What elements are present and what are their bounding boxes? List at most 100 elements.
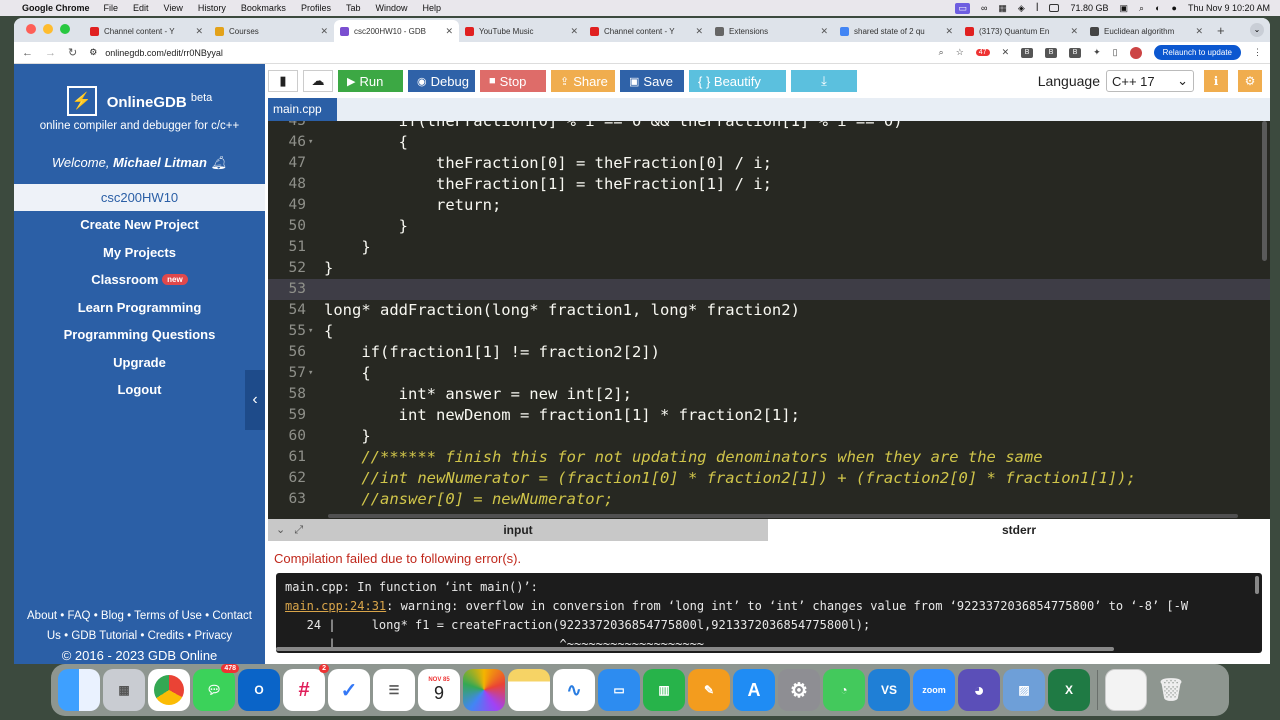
code-line[interactable]: 50 }	[268, 216, 1270, 237]
code-line[interactable]: 49 return;	[268, 195, 1270, 216]
app-store-icon[interactable]: A	[733, 669, 775, 711]
sidebar-item-logout[interactable]: Logout	[14, 376, 265, 404]
footer-link-privacy[interactable]: Privacy	[194, 630, 232, 642]
fold-arrow-icon[interactable]: ▾	[308, 132, 313, 153]
code-text[interactable]: //****** finish this for not updating de…	[324, 447, 1042, 468]
code-text[interactable]: {	[324, 132, 408, 153]
editor-horizontal-scrollbar[interactable]	[328, 514, 1238, 518]
relaunch-button[interactable]: Relaunch to update	[1153, 45, 1241, 60]
line-number[interactable]: 47	[268, 153, 306, 174]
menu-tab[interactable]: Tab	[346, 3, 361, 13]
line-number[interactable]: 61	[268, 447, 306, 468]
sidebar-item-my-projects[interactable]: My Projects	[14, 239, 265, 267]
code-line[interactable]: 48 theFraction[1] = theFraction[1] / i;	[268, 174, 1270, 195]
dropbox-icon[interactable]: ◈	[1018, 3, 1025, 14]
code-text[interactable]: {	[324, 363, 370, 384]
code-line[interactable]: 52}	[268, 258, 1270, 279]
code-line[interactable]: 56 if(fraction1[1] != fraction2[2])	[268, 342, 1270, 363]
line-number[interactable]: 54	[268, 300, 306, 321]
screen-share-icon[interactable]: ▭	[955, 2, 970, 14]
code-text[interactable]: theFraction[1] = theFraction[1] / i;	[324, 174, 772, 195]
control-center-icon[interactable]: ◐	[1155, 3, 1160, 13]
close-tab-icon[interactable]: ✕	[195, 26, 203, 37]
slack-icon[interactable]: #2	[283, 664, 329, 711]
keynote-icon[interactable]: ▭	[598, 669, 640, 711]
sidebar-item-programming-questions[interactable]: Programming Questions	[14, 321, 265, 349]
finder-icon[interactable]	[58, 669, 100, 711]
line-number[interactable]: 51	[268, 237, 306, 258]
preview-icon[interactable]: ▨	[1003, 669, 1045, 711]
forward-arrow-icon[interactable]: →	[45, 47, 56, 59]
sidebar-item-learn-programming[interactable]: Learn Programming	[14, 294, 265, 322]
messenger-icon[interactable]: ◔	[823, 669, 865, 711]
browser-tab[interactable]: (3173) Quantum En ✕	[959, 20, 1084, 42]
line-number[interactable]: 56	[268, 342, 306, 363]
footer-link-blog[interactable]: Blog	[101, 610, 124, 622]
chrome-menu-icon[interactable]: ⋮	[1253, 47, 1262, 58]
tasks-icon[interactable]: ✓	[328, 669, 370, 711]
menu-view[interactable]: View	[164, 3, 183, 13]
code-text[interactable]: theFraction[0] = theFraction[0] / i;	[324, 153, 772, 174]
extension-b-icon[interactable]: B	[1045, 47, 1058, 58]
line-number[interactable]: 50	[268, 216, 306, 237]
outlook-icon[interactable]: O	[238, 669, 280, 711]
photos-icon[interactable]	[463, 669, 505, 711]
code-line[interactable]: 59 int newDenom = fraction1[1] * fractio…	[268, 405, 1270, 426]
line-number[interactable]: 48	[268, 174, 306, 195]
menu-window[interactable]: Window	[375, 3, 407, 13]
code-text[interactable]: return;	[324, 195, 501, 216]
menu-bookmarks[interactable]: Bookmarks	[241, 3, 286, 13]
code-line[interactable]: 46 ▾ {	[268, 132, 1270, 153]
footer-link-contact[interactable]: Contact	[212, 610, 252, 622]
logo[interactable]: ⚡ OnlineGDB beta	[14, 64, 265, 116]
code-text[interactable]: {	[324, 321, 333, 342]
ai-icon[interactable]: ꟾ	[1036, 3, 1039, 14]
profile-avatar[interactable]	[1129, 46, 1142, 59]
browser-tab[interactable]: Channel content - Y ✕	[84, 20, 209, 42]
line-number[interactable]: 62	[268, 468, 306, 489]
code-line[interactable]: 51 }	[268, 237, 1270, 258]
close-tab-icon[interactable]: ✕	[695, 26, 703, 37]
line-number[interactable]: 57	[268, 363, 306, 384]
close-tab-icon[interactable]: ✕	[1070, 26, 1078, 37]
settings-button[interactable]: ⚙	[1238, 70, 1262, 92]
browser-tab[interactable]: Channel content - Y ✕	[584, 20, 709, 42]
minimize-window-button[interactable]	[43, 24, 53, 34]
browser-tab[interactable]: shared state of 2 qu ✕	[834, 20, 959, 42]
footer-link-terms[interactable]: Terms of Use	[134, 610, 202, 622]
fold-arrow-icon[interactable]: ▾	[308, 363, 313, 384]
save-button[interactable]: ▣ Save	[620, 70, 684, 92]
launchpad-icon[interactable]: ▦	[103, 669, 145, 711]
search-menu-icon[interactable]: ⌕	[1139, 3, 1144, 14]
close-tab-icon[interactable]: ✕	[570, 26, 578, 37]
sidebar-item-create-project[interactable]: Create New Project	[14, 211, 265, 239]
code-line[interactable]: 55 ▾ {	[268, 321, 1270, 342]
line-number[interactable]: 60	[268, 426, 306, 447]
code-line[interactable]: 63 //answer[0] = newNumerator;	[268, 489, 1270, 510]
code-line[interactable]: 57 ▾ {	[268, 363, 1270, 384]
zoom-window-button[interactable]	[60, 24, 70, 34]
tab-main-cpp[interactable]: main.cpp	[268, 98, 337, 121]
code-line[interactable]: 47 theFraction[0] = theFraction[0] / i;	[268, 153, 1270, 174]
line-number[interactable]: 58	[268, 384, 306, 405]
line-number[interactable]: 55	[268, 321, 306, 342]
collapse-sidebar-chevron-icon[interactable]: ‹	[245, 370, 265, 430]
site-info-icon[interactable]: ⚙	[89, 47, 97, 58]
sidebar-item-classroom[interactable]: Classroom new	[14, 266, 265, 294]
browser-tab[interactable]: YouTube Music ✕	[459, 20, 584, 42]
extension-badge-icon[interactable]: 47	[975, 49, 990, 56]
tab-search-chevron-icon[interactable]: ⌄	[1250, 23, 1264, 37]
extension-b-icon[interactable]: B	[1069, 47, 1082, 58]
code-text[interactable]: if(fraction1[1] != fraction2[2])	[324, 342, 660, 363]
browser-tab[interactable]: csc200HW10 - GDB ✕	[334, 20, 459, 42]
clock[interactable]: Thu Nov 9 10:20 AM	[1188, 3, 1270, 13]
document-icon[interactable]	[1105, 669, 1147, 711]
storage-readout[interactable]: 71.80 GB	[1070, 3, 1108, 13]
url-text[interactable]: onlinegdb.com/edit/rr0NByyal	[105, 48, 223, 58]
menu-edit[interactable]: Edit	[133, 3, 149, 13]
code-editor[interactable]: 63 //answer[0] = newNumerator; 62 //int n…	[268, 121, 1270, 519]
code-line[interactable]: 58 int* answer = new int[2];	[268, 384, 1270, 405]
current-project[interactable]: csc200HW10	[14, 184, 265, 211]
close-tab-icon[interactable]: ✕	[820, 26, 828, 37]
line-number[interactable]: 46	[268, 132, 306, 153]
